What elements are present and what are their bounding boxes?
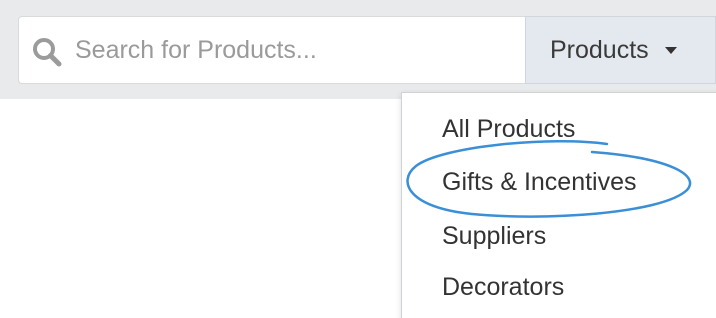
page: Products All Products Gifts & Incentives… — [0, 0, 716, 318]
search-input[interactable] — [75, 17, 515, 83]
search-bar: Products — [18, 16, 716, 84]
menu-item-suppliers[interactable]: Suppliers — [442, 222, 546, 251]
menu-item-gifts-incentives[interactable]: Gifts & Incentives — [442, 168, 637, 197]
search-field[interactable] — [18, 16, 525, 84]
products-dropdown-button[interactable]: Products — [525, 16, 716, 84]
menu-item-all-products[interactable]: All Products — [442, 115, 575, 144]
search-icon — [33, 38, 62, 67]
caret-down-icon — [664, 46, 677, 54]
menu-item-decorators[interactable]: Decorators — [442, 273, 564, 302]
products-button-label: Products — [550, 35, 649, 64]
products-dropdown-menu: All Products Gifts & Incentives Supplier… — [401, 92, 716, 318]
